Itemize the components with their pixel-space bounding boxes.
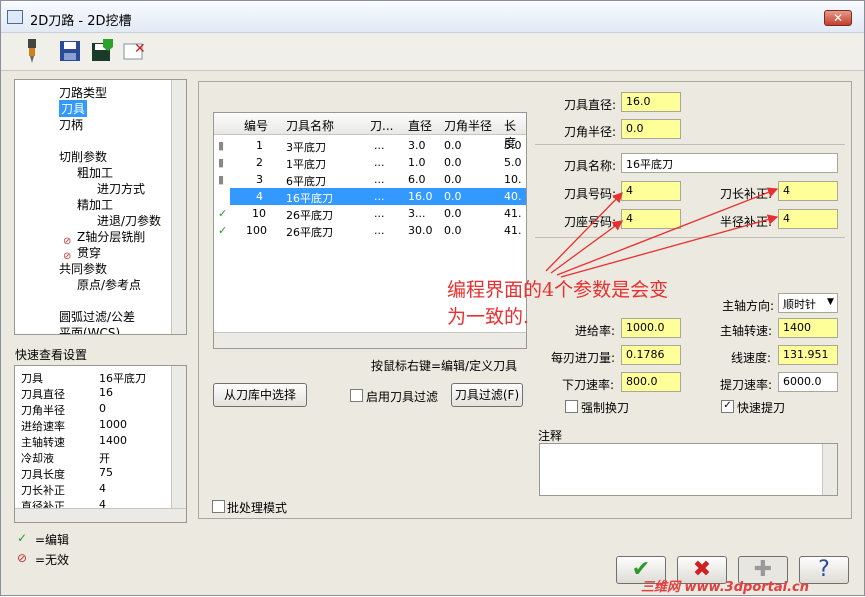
annotation-note: 编程界面的4个参数是会变 为一致的. — [447, 279, 669, 328]
dialog-window: 2D刀路 - 2D挖槽 ✕ ✕ 刀路类型 刀具 刀柄 切削参数 粗加工 进刀方式… — [0, 0, 865, 596]
annotation-arrows — [545, 187, 779, 278]
watermark: 三维网 www.3dportal.cn — [641, 580, 810, 595]
